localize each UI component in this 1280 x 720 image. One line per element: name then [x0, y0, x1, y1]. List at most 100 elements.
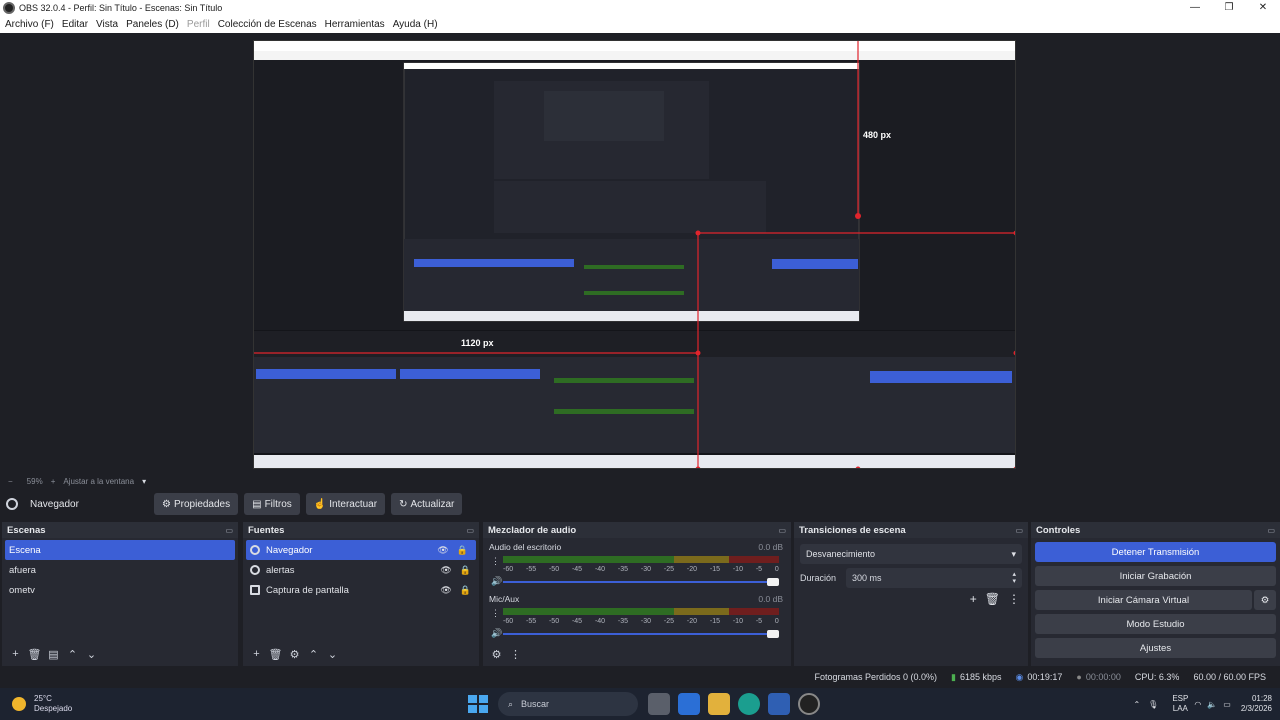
- lock-icon[interactable]: 🔒: [460, 565, 471, 576]
- menu-coleccion-escenas[interactable]: Colección de Escenas: [218, 19, 317, 30]
- preview-canvas[interactable]: [253, 40, 1016, 469]
- preview-area[interactable]: 480 px 1120 px: [0, 33, 1280, 473]
- selected-source-name: Navegador: [30, 498, 79, 510]
- source-item[interactable]: Navegador 👁 🔒: [246, 540, 476, 560]
- windows-taskbar: 25°C Despejado ⌕ Buscar ⌃ 🎙 ESP LAA ◠ 🔈 ▭ 0…: [0, 688, 1280, 720]
- scene-item[interactable]: afuera: [2, 560, 238, 580]
- spinner-icon[interactable]: ▴ ▾: [1012, 571, 1016, 585]
- task-view-icon[interactable]: [648, 693, 670, 715]
- filters-button[interactable]: ▤ Filtros: [244, 493, 300, 515]
- weather-widget[interactable]: 25°C Despejado: [12, 694, 72, 714]
- volume-slider[interactable]: [503, 578, 779, 586]
- speaker-icon[interactable]: 🔊: [491, 576, 502, 587]
- menu-archivo[interactable]: Archivo (F): [5, 19, 54, 30]
- studio-mode-button[interactable]: Modo Estudio: [1035, 614, 1276, 634]
- lang-secondary: LAA: [1172, 704, 1188, 713]
- start-recording-button[interactable]: Iniciar Grabación: [1035, 566, 1276, 586]
- search-placeholder: Buscar: [521, 699, 550, 709]
- dock-float-icon[interactable]: ▭: [1267, 526, 1275, 535]
- source-item[interactable]: Captura de pantalla 👁 🔒: [243, 580, 479, 600]
- speaker-icon[interactable]: 🔊: [491, 628, 502, 639]
- store-icon[interactable]: [678, 693, 700, 715]
- source-label: Navegador: [266, 544, 313, 556]
- close-button[interactable]: ✕: [1246, 0, 1280, 16]
- virtual-camera-settings-button[interactable]: ⚙: [1254, 590, 1276, 610]
- volume-slider[interactable]: [503, 630, 779, 638]
- folder-icon[interactable]: [708, 693, 730, 715]
- lock-icon[interactable]: 🔒: [457, 545, 468, 556]
- menu-herramientas[interactable]: Herramientas: [325, 19, 385, 30]
- chevron-down-icon[interactable]: ⌄: [82, 648, 101, 661]
- more-options-icon[interactable]: ⋮: [506, 648, 525, 661]
- dropped-frames: Fotogramas Perdidos 0 (0.0%): [814, 672, 938, 682]
- gear-icon[interactable]: ⚙: [285, 648, 304, 661]
- menu-vista[interactable]: Vista: [96, 19, 118, 30]
- dock-float-icon[interactable]: ▭: [778, 526, 786, 535]
- language-indicator[interactable]: ESP LAA: [1172, 694, 1188, 714]
- scenes-dock-header: Escenas ▭: [2, 522, 238, 538]
- gear-icon[interactable]: ⚙: [487, 648, 506, 661]
- edge-icon[interactable]: [738, 693, 760, 715]
- interact-button[interactable]: ☝ Interactuar: [305, 493, 386, 515]
- menu-paneles[interactable]: Paneles (D): [126, 19, 179, 30]
- stop-streaming-button[interactable]: Detener Transmisión: [1035, 542, 1276, 562]
- menu-perfil[interactable]: Perfil: [187, 19, 210, 30]
- preview-width-label: 1120 px: [461, 338, 494, 348]
- system-tray: ⌃ 🎙 ESP LAA ◠ 🔈 ▭ 01:28 2/3/2026: [1133, 688, 1272, 720]
- battery-icon[interactable]: ▭: [1223, 700, 1231, 709]
- settings-button[interactable]: Ajustes: [1035, 638, 1276, 658]
- chevron-up-icon[interactable]: ⌃: [304, 648, 323, 661]
- obs-app-icon[interactable]: [798, 693, 820, 715]
- zoom-fit-select[interactable]: Ajustar a la ventana: [63, 477, 134, 486]
- clock[interactable]: 01:28 2/3/2026: [1241, 694, 1272, 714]
- menu-editar[interactable]: Editar: [62, 19, 88, 30]
- maximize-button[interactable]: ❐: [1212, 0, 1246, 16]
- add-icon[interactable]: +: [247, 648, 266, 660]
- scenes-footer: + 🗑 ▤ ⌃ ⌄: [2, 644, 101, 664]
- scene-item[interactable]: Escena: [5, 540, 235, 560]
- mic-icon[interactable]: 🎙: [1148, 700, 1158, 709]
- source-item[interactable]: alertas 👁 🔒: [243, 560, 479, 580]
- zoom-in-icon[interactable]: +: [51, 477, 56, 486]
- refresh-button[interactable]: ↻ Actualizar: [391, 493, 463, 515]
- scene-item[interactable]: ometv: [2, 580, 238, 600]
- eye-icon[interactable]: 👁: [437, 545, 448, 556]
- volume-icon[interactable]: 🔈: [1207, 700, 1217, 709]
- trash-icon[interactable]: 🗑: [25, 648, 44, 661]
- app-store-icon[interactable]: [768, 693, 790, 715]
- chevron-up-icon[interactable]: ⌃: [63, 648, 82, 661]
- more-options-icon[interactable]: ⋮: [1008, 592, 1020, 606]
- chevron-down-icon[interactable]: ▾: [142, 477, 146, 486]
- wifi-icon[interactable]: ◠: [1194, 700, 1201, 709]
- dock-float-icon[interactable]: ▭: [1015, 526, 1023, 535]
- cpu-usage: CPU: 6.3%: [1134, 672, 1180, 682]
- minimize-button[interactable]: —: [1178, 0, 1212, 16]
- tray-chevron-icon[interactable]: ⌃: [1133, 700, 1140, 709]
- filter-icon[interactable]: ▤: [44, 648, 63, 661]
- zoom-out-icon[interactable]: −: [8, 477, 13, 486]
- refresh-label: Actualizar: [410, 498, 455, 510]
- eye-icon[interactable]: 👁: [440, 585, 451, 596]
- dock-float-icon[interactable]: ▭: [466, 526, 474, 535]
- controls-title: Controles: [1036, 524, 1081, 536]
- windows-start-icon[interactable]: [466, 693, 488, 715]
- channel-name: Audio del escritorio: [489, 542, 562, 552]
- more-options-icon[interactable]: ⋮: [491, 556, 500, 567]
- trash-icon[interactable]: 🗑: [266, 648, 285, 661]
- transition-select[interactable]: Desvanecimiento ▾: [800, 544, 1022, 564]
- properties-button[interactable]: ⚙ Propiedades: [154, 493, 239, 515]
- start-virtual-camera-button[interactable]: Iniciar Cámara Virtual: [1035, 590, 1252, 610]
- chevron-down-icon[interactable]: ⌄: [323, 648, 342, 661]
- mixer-channel: Audio del escritorio 0.0 dB ⋮ -60 -55 -50-…: [483, 538, 791, 590]
- lock-icon[interactable]: 🔒: [460, 585, 471, 596]
- trash-icon[interactable]: 🗑: [985, 592, 1000, 606]
- more-options-icon[interactable]: ⋮: [491, 608, 500, 619]
- add-icon[interactable]: +: [6, 648, 25, 660]
- dock-float-icon[interactable]: ▭: [225, 526, 233, 535]
- eye-icon[interactable]: 👁: [440, 565, 451, 576]
- taskbar-search[interactable]: ⌕ Buscar: [498, 692, 638, 716]
- add-icon[interactable]: +: [970, 592, 977, 606]
- menu-ayuda[interactable]: Ayuda (H): [393, 19, 438, 30]
- duration-input[interactable]: 300 ms ▴ ▾: [846, 568, 1022, 588]
- filters-label: Filtros: [264, 498, 292, 510]
